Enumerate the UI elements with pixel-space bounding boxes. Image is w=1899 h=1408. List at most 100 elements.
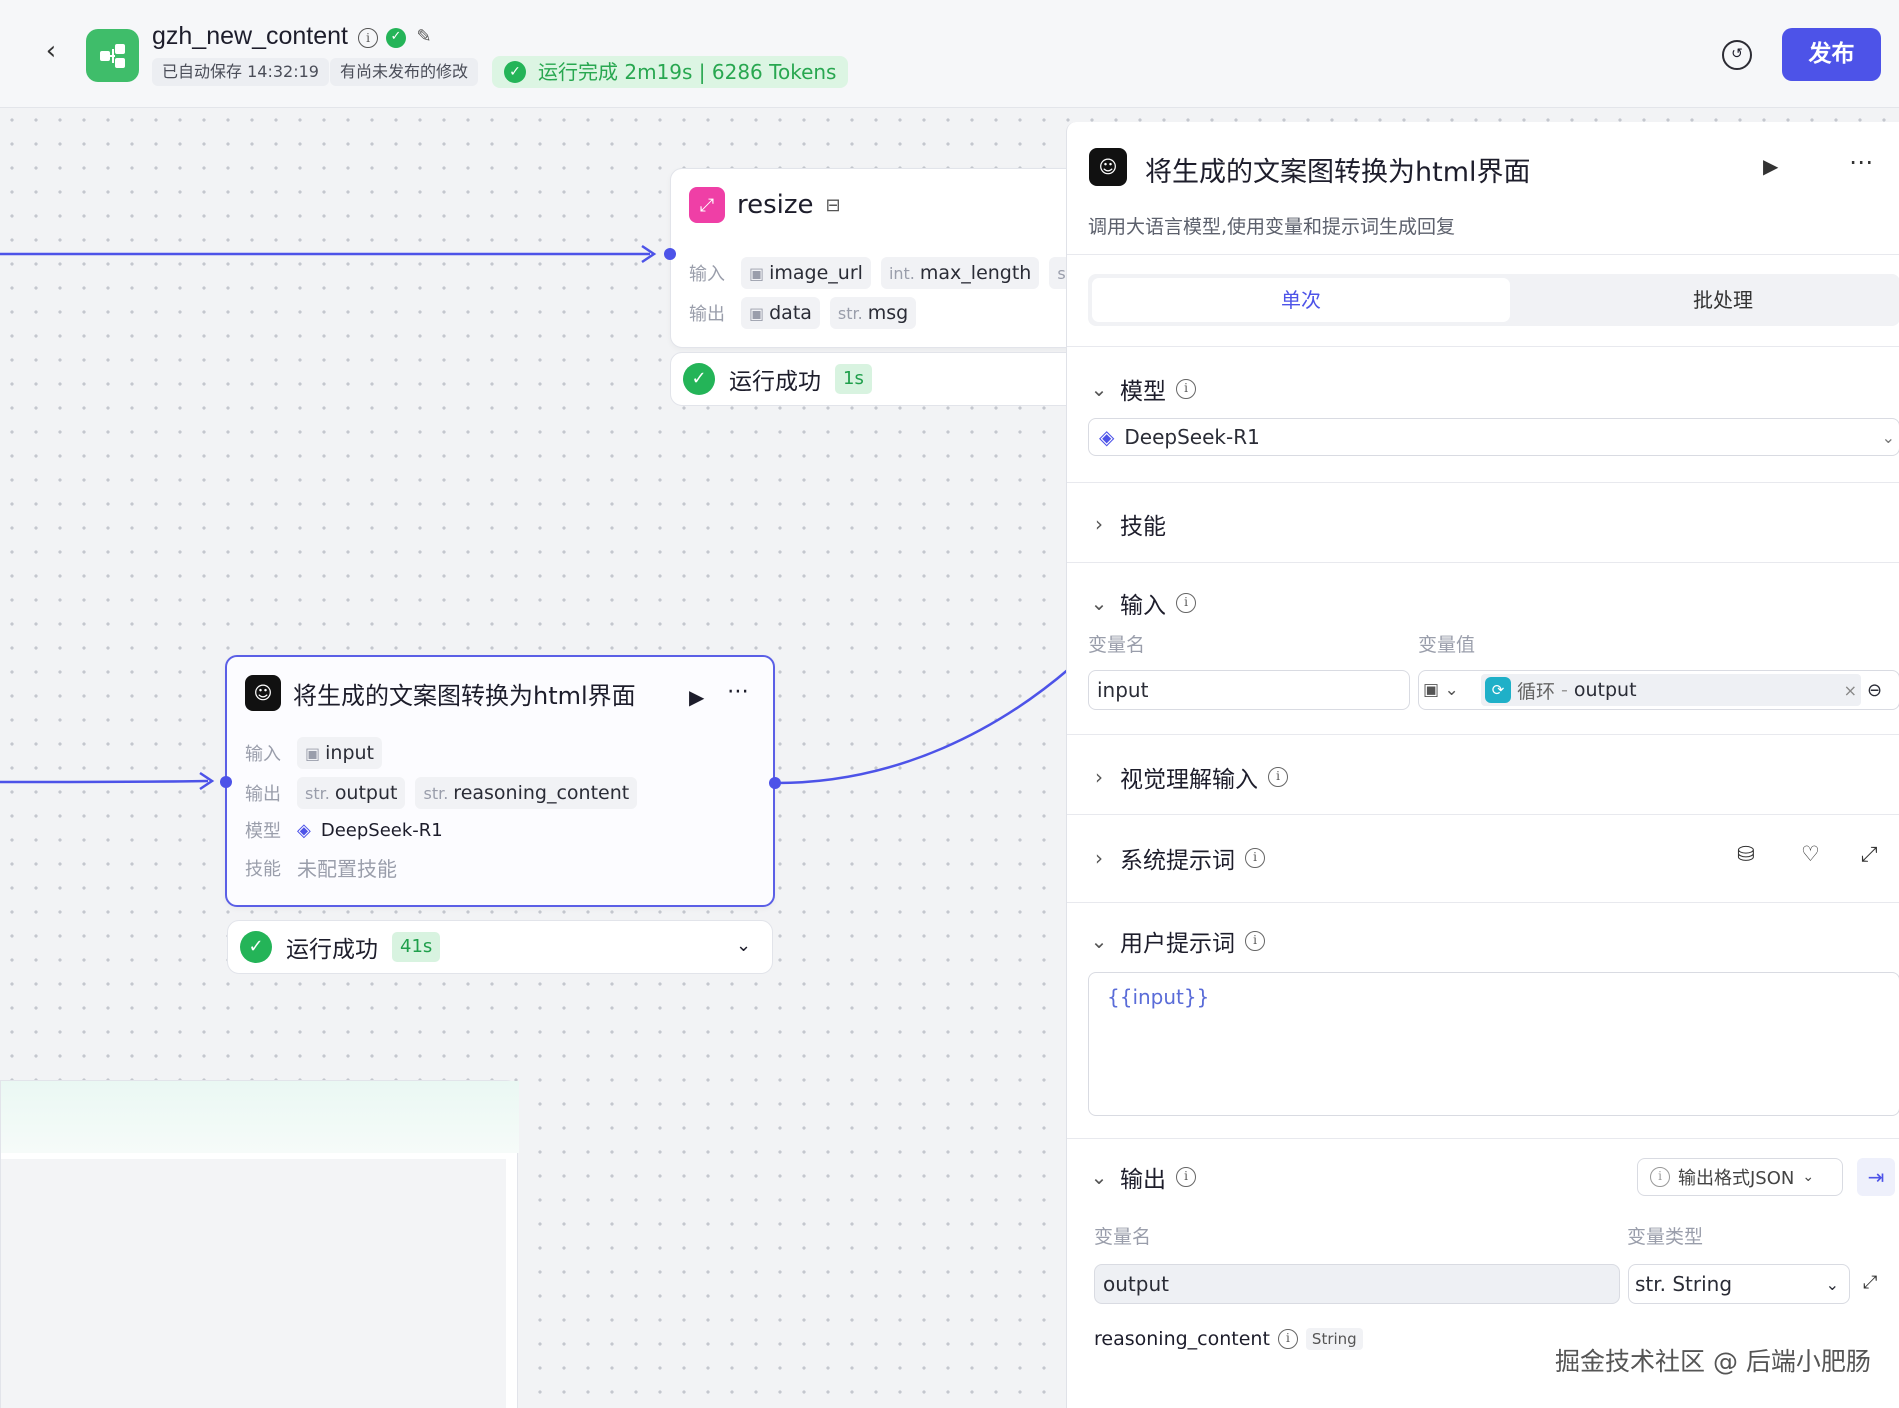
input-port[interactable] xyxy=(664,248,676,260)
info-icon[interactable]: i xyxy=(358,28,378,48)
tab-single[interactable]: 单次 xyxy=(1092,278,1510,322)
user-prompt-section-header[interactable]: ⌄ 用户提示词 i xyxy=(1088,924,1265,958)
resize-run-result[interactable]: ✓ 运行成功 1s xyxy=(670,352,1090,406)
remove-icon[interactable]: ⊖ xyxy=(1867,680,1882,701)
expand-icon[interactable]: ⤢ xyxy=(1861,842,1878,867)
vision-section-header[interactable]: › 视觉理解输入 i xyxy=(1088,760,1288,794)
section-label: 输入 xyxy=(1120,593,1166,619)
chevron-down-icon: ⌄ xyxy=(1802,1169,1815,1185)
model-name: DeepSeek-R1 xyxy=(320,819,443,841)
resize-node-title: resize xyxy=(737,190,814,220)
chevron-down-icon[interactable]: ⌄ xyxy=(736,935,751,956)
run-status-text: 运行成功 xyxy=(729,369,821,395)
chevron-right-icon: › xyxy=(1095,765,1103,789)
section-label: 系统提示词 xyxy=(1120,848,1235,874)
watermark: 掘金技术社区 @ 后端小肥肠 xyxy=(1555,1347,1871,1376)
llm-node[interactable]: ☺ 将生成的文案图转换为html界面 ▶ ⋯ 输入 ▣ input 输出 str.… xyxy=(225,655,775,907)
input-label: 输入 xyxy=(245,744,281,765)
loop-node-partial[interactable] xyxy=(0,1080,519,1408)
panel-description[interactable]: 调用大语言模型,使用变量和提示词生成回复 xyxy=(1088,212,1455,239)
output-chip: str. msg xyxy=(829,297,917,329)
output-section-header[interactable]: ⌄ 输出 i xyxy=(1088,1160,1196,1194)
prompt-library-icon[interactable]: ⛁ xyxy=(1737,842,1755,866)
chevron-down-icon: ⌄ xyxy=(1881,427,1895,447)
user-prompt-editor[interactable]: {{input}} xyxy=(1088,972,1899,1116)
chip-name: msg xyxy=(867,302,909,324)
back-icon[interactable]: ‹ xyxy=(38,38,64,64)
publish-button[interactable]: 发布 xyxy=(1782,28,1881,81)
resize-icon: ⤢ xyxy=(689,187,725,223)
input-section-header[interactable]: ⌄ 输入 i xyxy=(1088,586,1196,620)
chip-prefix: str. xyxy=(305,783,330,803)
chip-name: reasoning_content xyxy=(453,782,630,804)
more-icon[interactable]: ⋯ xyxy=(1849,148,1873,176)
chevron-right-icon: › xyxy=(1095,512,1103,536)
model-section-header[interactable]: ⌄ 模型 i xyxy=(1088,372,1196,406)
output-label: 输出 xyxy=(245,784,281,805)
more-icon[interactable]: ⋯ xyxy=(727,679,749,704)
close-icon[interactable]: × xyxy=(1844,681,1857,700)
image-icon: ▣ xyxy=(749,303,765,323)
panel-title[interactable]: 将生成的文案图转换为html界面 xyxy=(1145,150,1531,189)
image-type-select[interactable]: ▣ ⌄ xyxy=(1423,680,1481,700)
llm-node-title: 将生成的文案图转换为html界面 xyxy=(293,681,636,710)
input-port[interactable] xyxy=(220,776,232,788)
tab-batch[interactable]: 批处理 xyxy=(1514,278,1899,322)
chevron-down-icon: ⌄ xyxy=(1090,377,1108,401)
output-var-name-field[interactable]: output xyxy=(1094,1264,1620,1304)
model-select[interactable]: ◈ DeepSeek-R1 ⌄ xyxy=(1088,418,1899,456)
info-icon[interactable]: i xyxy=(1245,931,1265,951)
success-icon: ✓ xyxy=(683,363,715,395)
resize-node[interactable]: ⤢ resize ⊟ 输入 ▣ image_url int. max_length … xyxy=(670,168,1114,348)
input-chip: ▣ input xyxy=(297,737,382,769)
chip-name: image_url xyxy=(769,262,863,284)
divider xyxy=(1067,1138,1899,1139)
output-var-type-select[interactable]: str. String ⌄ xyxy=(1628,1264,1850,1304)
verified-icon: ✓ xyxy=(386,28,406,48)
output-var-type-value: str. String xyxy=(1635,1272,1733,1296)
node-header xyxy=(1,1081,519,1153)
lightbulb-icon[interactable]: ♡ xyxy=(1801,842,1820,866)
run-icon[interactable]: ▶ xyxy=(689,685,704,709)
info-icon[interactable]: i xyxy=(1245,848,1265,868)
output-port[interactable] xyxy=(769,777,781,789)
output-chip: ▣ data xyxy=(741,297,820,329)
image-icon: ▣ xyxy=(305,743,321,763)
edit-icon[interactable]: ✎ xyxy=(414,28,434,48)
chip-name: data xyxy=(769,302,812,324)
output-settings-icon[interactable]: ⇥ xyxy=(1857,1158,1895,1196)
skill-label: 技能 xyxy=(245,858,281,880)
system-prompt-section-header[interactable]: › 系统提示词 i xyxy=(1088,841,1265,875)
input-var-name-field[interactable]: input xyxy=(1088,670,1410,710)
expand-icon[interactable]: ⤢ xyxy=(1863,1272,1877,1293)
info-icon[interactable]: i xyxy=(1277,1329,1298,1349)
llm-run-result[interactable]: ✓ 运行成功 41s ⌄ xyxy=(227,920,773,974)
chevron-down-icon: ⌄ xyxy=(1825,1274,1839,1294)
output-format-select[interactable]: i 输出格式JSON ⌄ xyxy=(1637,1158,1843,1196)
loop-icon: ⟳ xyxy=(1485,677,1511,703)
model-label: 模型 xyxy=(245,821,281,842)
reasoning-type-badge: String xyxy=(1305,1328,1363,1350)
run-icon[interactable]: ▶ xyxy=(1763,154,1778,178)
skills-section-header[interactable]: › 技能 xyxy=(1088,507,1166,541)
section-label: 用户提示词 xyxy=(1120,931,1235,957)
var-reference-tag: ⟳ 循环 - output × xyxy=(1481,674,1861,706)
info-icon[interactable]: i xyxy=(1176,593,1196,613)
llm-icon: ☺ xyxy=(1089,148,1127,186)
chevron-down-icon: ⌄ xyxy=(1090,929,1108,953)
autosave-tag: 已自动保存 14:32:19 xyxy=(152,58,329,86)
check-icon: ✓ xyxy=(504,61,526,83)
input-var-value-field[interactable]: ▣ ⌄ ⟳ 循环 - output × ⊖ xyxy=(1418,670,1899,710)
ref-separator: - xyxy=(1561,679,1568,701)
divider xyxy=(1067,814,1899,815)
info-icon[interactable]: i xyxy=(1176,1167,1196,1187)
history-icon[interactable]: ↺ xyxy=(1722,40,1752,70)
deepseek-icon: ◈ xyxy=(1099,425,1115,449)
output-chip: str. reasoning_content xyxy=(415,777,638,809)
node-body xyxy=(1,1159,506,1408)
info-icon[interactable]: i xyxy=(1268,767,1288,787)
run-status-tag[interactable]: ✓ 运行完成 2m19s | 6286 Tokens xyxy=(492,56,849,88)
chevron-down-icon: ⌄ xyxy=(1090,1165,1108,1189)
image-icon: ▣ xyxy=(749,263,765,283)
info-icon[interactable]: i xyxy=(1176,379,1196,399)
